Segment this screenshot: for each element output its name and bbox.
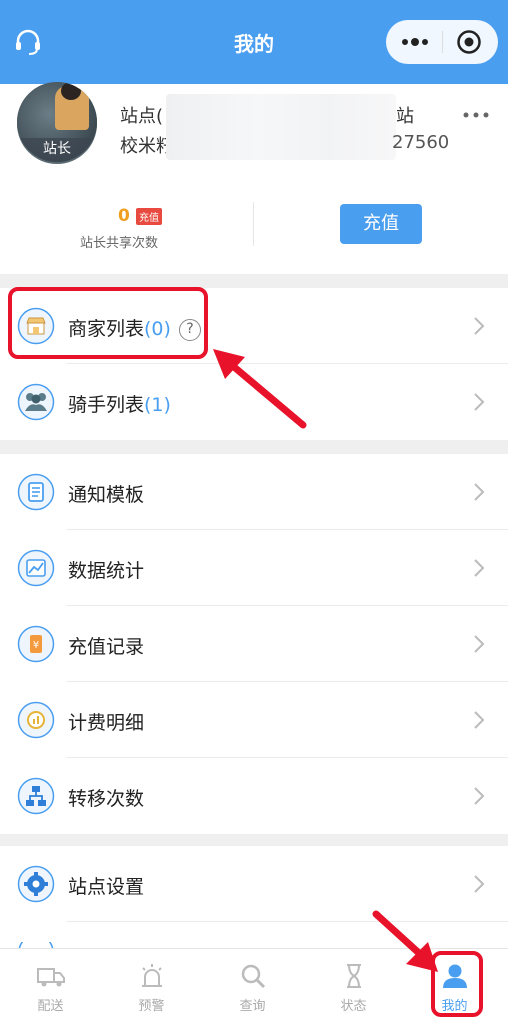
statistics-label: 数据统计 <box>68 560 145 582</box>
station-settings-label: 站点设置 <box>68 876 145 898</box>
close-miniprogram-icon[interactable] <box>456 29 482 55</box>
chevron-right-icon <box>474 635 485 653</box>
menu-item-recharge-record[interactable]: ¥ 充值记录 <box>0 606 508 682</box>
tab-search[interactable]: 查询 <box>202 949 303 1024</box>
truck-icon <box>37 968 65 987</box>
chevron-right-icon <box>474 875 485 893</box>
riders-icon <box>17 383 55 421</box>
billing-icon <box>17 701 55 739</box>
redacted-area <box>166 94 396 160</box>
station-name-prefix: 站点( <box>120 106 164 127</box>
phone-suffix: 27560 <box>392 132 450 153</box>
rider-list-text: 骑手列表 <box>68 394 145 416</box>
transfer-icon <box>17 777 55 815</box>
tab-label: 预警 <box>138 999 165 1014</box>
hourglass-icon <box>347 964 361 988</box>
stats-divider <box>253 202 254 246</box>
menu-item-transfer-count[interactable]: 转移次数 <box>0 758 508 834</box>
notice-template-label: 通知模板 <box>68 484 145 506</box>
chevron-right-icon <box>474 393 485 411</box>
more-icon[interactable] <box>400 32 430 52</box>
station-name-suffix: 站 <box>396 106 414 127</box>
recharge-button[interactable]: 充值 <box>340 204 422 244</box>
share-count-tag: 充值 <box>136 208 162 225</box>
search-icon <box>241 964 266 989</box>
tab-delivery[interactable]: 配送 <box>0 949 101 1024</box>
alarm-icon <box>142 964 162 987</box>
chevron-right-icon <box>474 787 485 805</box>
tab-label: 查询 <box>239 999 266 1014</box>
chevron-right-icon <box>474 317 485 335</box>
chevron-right-icon <box>474 559 485 577</box>
rider-list-label: 骑手列表(1) <box>68 390 171 417</box>
annotation-arrow-icon <box>213 349 307 429</box>
profile-info: 站点( 校米籽 站 27560 0 充值 站长共享次数 充值 <box>0 84 508 274</box>
annotation-highlight-merchant <box>8 287 208 359</box>
menu-group-tools: 通知模板 数据统计 ¥ 充值记录 计费明细 转移次数 <box>0 454 508 834</box>
share-count-label: 站长共享次数 <box>80 236 159 251</box>
miniprogram-capsule <box>386 20 498 64</box>
svg-text:¥: ¥ <box>33 640 39 651</box>
more-options-icon[interactable] <box>462 110 490 120</box>
tab-label: 配送 <box>37 999 64 1014</box>
notice-template-icon <box>17 473 55 511</box>
capsule-divider <box>442 31 443 53</box>
share-count-value: 0 <box>118 206 130 226</box>
recharge-record-icon: ¥ <box>17 625 55 663</box>
nav-bar: 我的 <box>0 0 508 84</box>
annotation-arrow-icon <box>372 910 438 972</box>
menu-item-billing-detail[interactable]: 计费明细 <box>0 682 508 758</box>
rider-count: (1) <box>144 394 171 416</box>
chart-icon <box>17 549 55 587</box>
chevron-right-icon <box>474 483 485 501</box>
tab-label: 状态 <box>340 999 367 1014</box>
chevron-right-icon <box>474 711 485 729</box>
billing-detail-label: 计费明细 <box>68 712 145 734</box>
recharge-record-label: 充值记录 <box>68 636 145 658</box>
tab-alert[interactable]: 预警 <box>101 949 202 1024</box>
menu-item-statistics[interactable]: 数据统计 <box>0 530 508 606</box>
transfer-count-label: 转移次数 <box>68 788 145 810</box>
menu-item-notice-template[interactable]: 通知模板 <box>0 454 508 530</box>
gear-icon <box>17 865 55 903</box>
